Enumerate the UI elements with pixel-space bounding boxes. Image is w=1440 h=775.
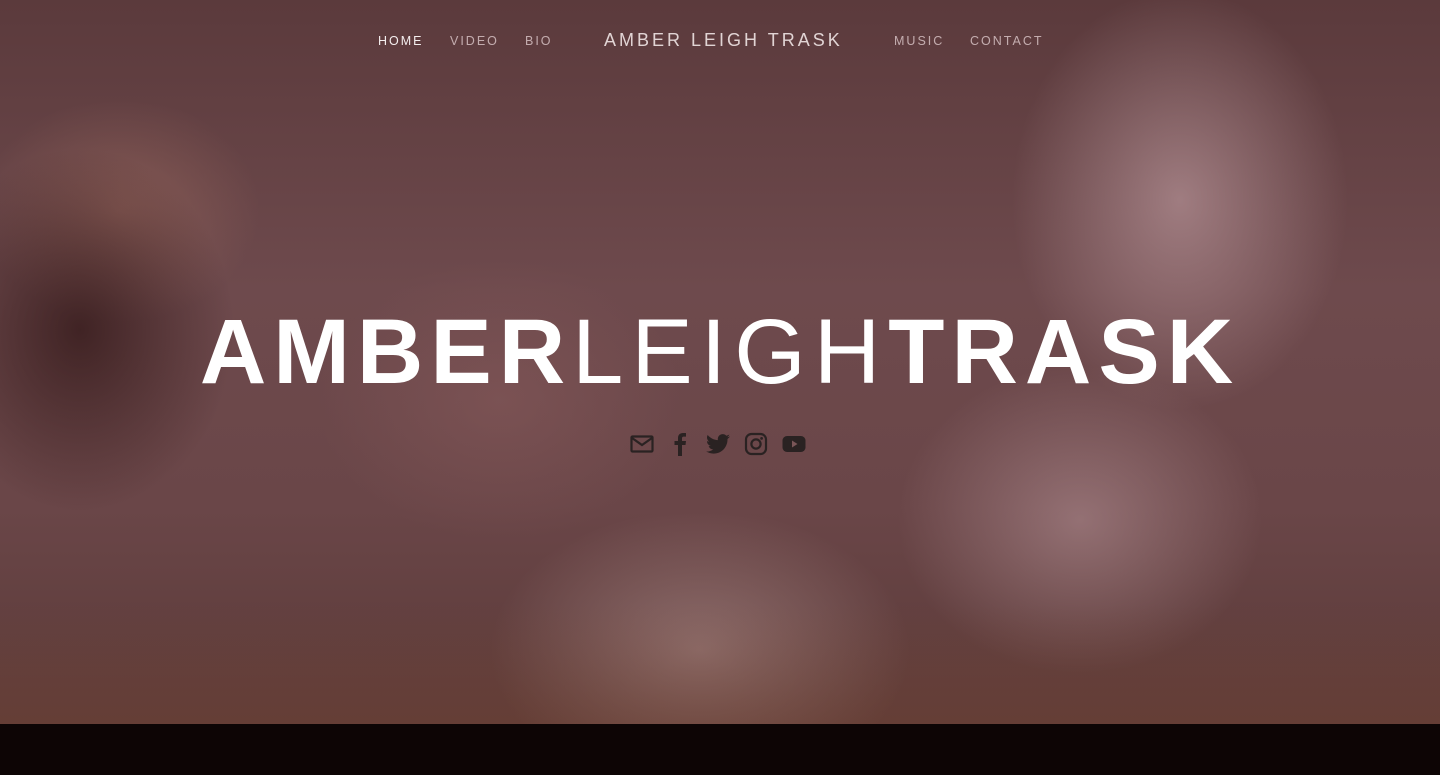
email-icon[interactable]: [630, 430, 654, 458]
hero-background: HOME VIDEO BIO AMBER LEIGH TRASK MUSIC C…: [0, 0, 1440, 724]
instagram-icon[interactable]: [744, 430, 768, 458]
social-links: [630, 430, 806, 458]
facebook-icon[interactable]: [668, 430, 692, 458]
nav-video-link[interactable]: VIDEO: [450, 34, 499, 48]
nav-music-link[interactable]: MUSIC: [894, 34, 944, 48]
main-navigation: HOME VIDEO BIO AMBER LEIGH TRASK MUSIC C…: [0, 30, 1440, 52]
footer-bar: [0, 724, 1440, 775]
site-brand-link[interactable]: AMBER LEIGH TRASK: [604, 30, 843, 51]
nav-bio-link[interactable]: BIO: [525, 34, 553, 48]
hero-title-trask: TRASK: [888, 301, 1241, 403]
hero-title-leigh: LEIGH: [572, 301, 889, 403]
hero-title-amber: AMBER: [199, 301, 573, 403]
twitter-icon[interactable]: [706, 430, 730, 458]
nav-home-link[interactable]: HOME: [378, 34, 424, 48]
youtube-icon[interactable]: [782, 430, 806, 458]
hero-title: AMBERLEIGHTRASK: [0, 302, 1440, 402]
nav-contact-link[interactable]: CONTACT: [970, 34, 1044, 48]
